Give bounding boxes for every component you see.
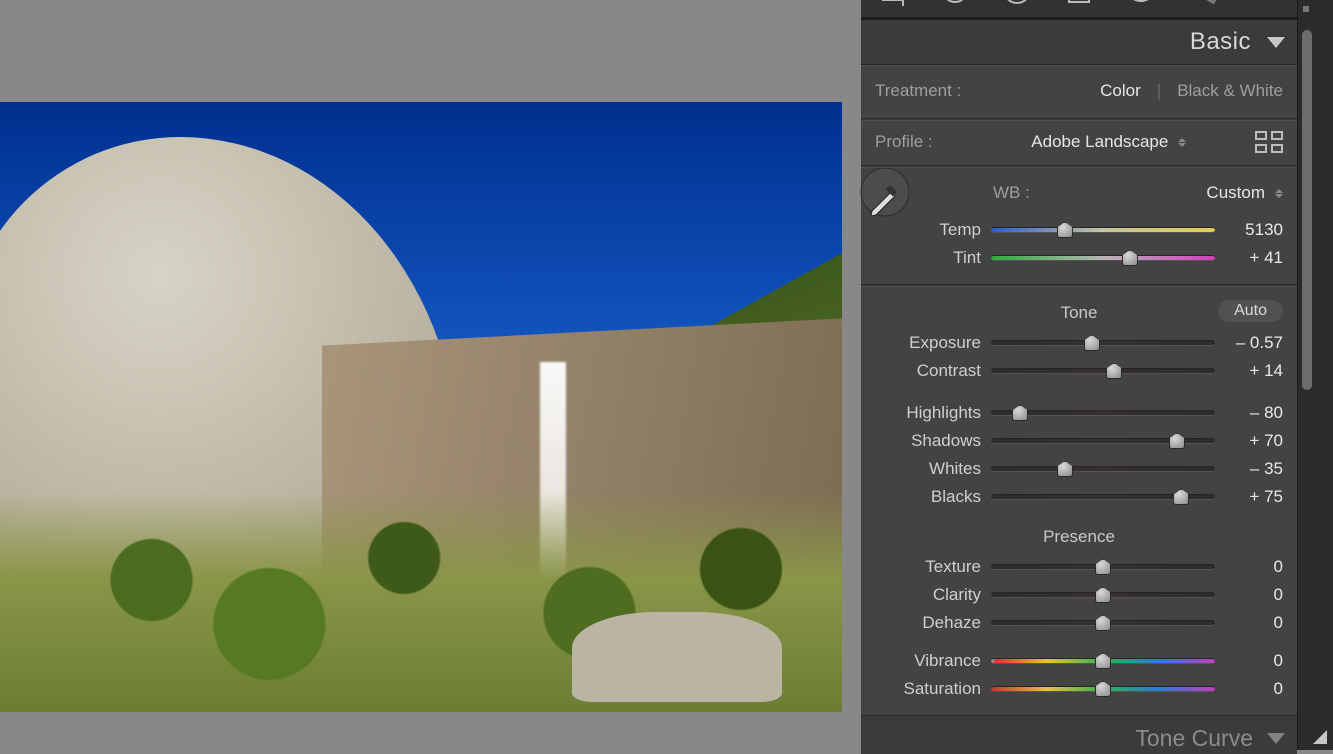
presence-heading: Presence	[1043, 527, 1115, 547]
collapse-icon	[1267, 37, 1285, 48]
profile-value: Adobe Landscape	[1031, 132, 1168, 152]
profile-browser-icon[interactable]	[1255, 131, 1283, 153]
texture-label: Texture	[875, 557, 981, 577]
panel-scrollbar[interactable]	[1297, 0, 1333, 750]
exposure-value[interactable]: – 0.57	[1225, 333, 1283, 353]
contrast-slider[interactable]	[991, 368, 1215, 374]
wb-label: WB :	[993, 183, 1030, 203]
scroll-thumb[interactable]	[1302, 30, 1312, 390]
image-canvas-area	[0, 0, 861, 750]
wb-preset-dropdown[interactable]: Custom	[1206, 183, 1283, 203]
saturation-slider[interactable]	[991, 686, 1215, 692]
adjustment-brush-icon[interactable]	[1185, 0, 1221, 12]
temp-value[interactable]: 5130	[1225, 220, 1283, 240]
saturation-value[interactable]: 0	[1225, 679, 1283, 699]
dehaze-slider[interactable]	[991, 620, 1215, 626]
preview-image[interactable]	[0, 102, 842, 712]
saturation-label: Saturation	[875, 679, 981, 699]
graduated-filter-icon[interactable]	[1061, 0, 1097, 12]
tonecurve-panel-title: Tone Curve	[1135, 725, 1253, 752]
treatment-color-button[interactable]: Color	[1100, 81, 1141, 101]
exposure-slider[interactable]	[991, 340, 1215, 346]
treatment-bw-button[interactable]: Black & White	[1177, 81, 1283, 101]
wb-value: Custom	[1206, 183, 1265, 203]
dropdown-arrows-icon	[1178, 138, 1186, 147]
clarity-slider[interactable]	[991, 592, 1215, 598]
blacks-label: Blacks	[875, 487, 981, 507]
crop-tool-icon[interactable]	[875, 0, 911, 12]
clarity-label: Clarity	[875, 585, 981, 605]
clarity-value[interactable]: 0	[1225, 585, 1283, 605]
basic-panel-header[interactable]: Basic	[861, 20, 1297, 65]
highlights-slider[interactable]	[991, 410, 1215, 416]
tint-label: Tint	[875, 248, 981, 268]
temp-slider[interactable]	[991, 227, 1215, 233]
whites-value[interactable]: – 35	[1225, 459, 1283, 479]
highlights-value[interactable]: – 80	[1225, 403, 1283, 423]
highlights-label: Highlights	[875, 403, 981, 423]
treatment-section: Treatment : Color | Black & White	[861, 65, 1297, 119]
contrast-value[interactable]: + 14	[1225, 361, 1283, 381]
shadows-slider[interactable]	[991, 438, 1215, 444]
redeye-tool-icon[interactable]	[999, 0, 1035, 12]
exposure-label: Exposure	[875, 333, 981, 353]
vibrance-value[interactable]: 0	[1225, 651, 1283, 671]
blacks-slider[interactable]	[991, 494, 1215, 500]
tool-strip	[861, 0, 1297, 20]
auto-tone-button[interactable]: Auto	[1218, 300, 1283, 322]
spot-removal-icon[interactable]	[937, 0, 973, 12]
shadows-label: Shadows	[875, 431, 981, 451]
texture-value[interactable]: 0	[1225, 557, 1283, 577]
tone-section: Tone Auto Exposure – 0.57 Contrast + 14 Hi…	[861, 286, 1297, 716]
dropdown-arrows-icon	[1275, 189, 1283, 198]
scroll-marker-icon	[1303, 6, 1309, 12]
white-balance-section: WB : Custom Temp 5130 Tint + 41	[861, 167, 1297, 285]
whites-label: Whites	[875, 459, 981, 479]
texture-slider[interactable]	[991, 564, 1215, 570]
resize-grip-icon[interactable]	[1313, 730, 1327, 744]
whites-slider[interactable]	[991, 466, 1215, 472]
tint-value[interactable]: + 41	[1225, 248, 1283, 268]
profile-label: Profile :	[875, 132, 933, 152]
wb-eyedropper-icon[interactable]	[857, 168, 913, 224]
separator: |	[1157, 81, 1161, 101]
tint-slider-row: Tint + 41	[875, 244, 1283, 272]
collapse-icon	[1267, 733, 1285, 744]
shadows-value[interactable]: + 70	[1225, 431, 1283, 451]
treatment-label: Treatment :	[875, 81, 961, 101]
tone-heading: Tone	[1061, 303, 1098, 323]
temp-slider-row: Temp 5130	[875, 216, 1283, 244]
vibrance-slider[interactable]	[991, 658, 1215, 664]
blacks-value[interactable]: + 75	[1225, 487, 1283, 507]
tint-slider[interactable]	[991, 255, 1215, 261]
tonecurve-panel-header[interactable]: Tone Curve	[861, 716, 1297, 754]
profile-section: Profile : Adobe Landscape	[861, 120, 1297, 166]
dehaze-value[interactable]: 0	[1225, 613, 1283, 633]
basic-panel-title: Basic	[1190, 28, 1251, 56]
dehaze-label: Dehaze	[875, 613, 981, 633]
vibrance-label: Vibrance	[875, 651, 981, 671]
develop-panel-column: Basic Treatment : Color | Black & White …	[861, 0, 1333, 750]
radial-filter-icon[interactable]	[1123, 0, 1159, 12]
profile-dropdown[interactable]: Adobe Landscape	[1031, 132, 1186, 152]
contrast-label: Contrast	[875, 361, 981, 381]
